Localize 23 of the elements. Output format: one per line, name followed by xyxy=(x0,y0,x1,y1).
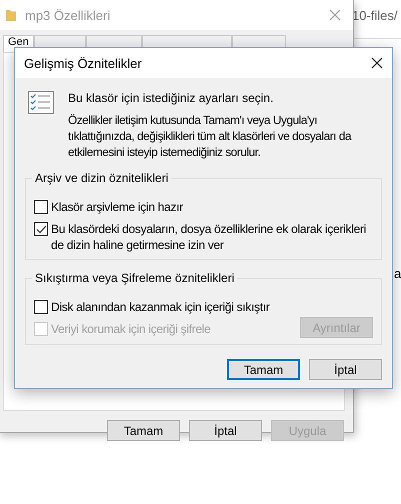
checkmark-icon xyxy=(36,224,46,234)
checkbox[interactable] xyxy=(34,222,48,236)
window-title: mp3 Özellikleri xyxy=(25,8,112,22)
close-icon[interactable] xyxy=(371,57,383,69)
checkbox-label: Disk alanından kazanmak için içeriği sıkıştır xyxy=(51,299,271,315)
folder-icon xyxy=(5,8,17,22)
description-text: Özellikler iletişim kutusunda Tamam'ı veya Uygula'yı tıklattığınızda, değişiklikleri tüm alt klasörleri ve dosyaları da etkilemesini isteyip istemediğiniz sorulur. xyxy=(68,112,352,160)
cancel-button[interactable]: İptal xyxy=(189,420,262,441)
checkbox-label: Veriyi korumak için içeriği şifrele xyxy=(51,321,212,337)
intro-text: Bu klasör için istediğiniz ayarları seçin. xyxy=(68,91,274,106)
checkbox-label: Klasör arşivleme için hazır xyxy=(51,199,184,215)
group-title: Sıkıştırma veya Şifreleme öznitelikleri xyxy=(32,271,238,286)
group-title: Arşiv ve dizin öznitelikleri xyxy=(32,171,172,186)
checkbox[interactable] xyxy=(34,200,48,214)
cancel-button[interactable]: İptal xyxy=(309,359,382,380)
ok-button[interactable]: Tamam xyxy=(227,359,300,380)
file-name-text: a xyxy=(394,266,401,281)
checklist-icon xyxy=(28,91,54,114)
ok-button[interactable]: Tamam xyxy=(107,420,180,441)
checkbox[interactable] xyxy=(34,300,48,314)
path-text: 10-files/ xyxy=(352,8,398,23)
checkbox-label: Bu klasördeki dosyaların, dosya özelliklerine ek olarak içerikleri de dizin haline getirmesine izin ver xyxy=(51,221,368,253)
dialog-title: Gelişmiş Öznitelikler xyxy=(24,56,143,70)
